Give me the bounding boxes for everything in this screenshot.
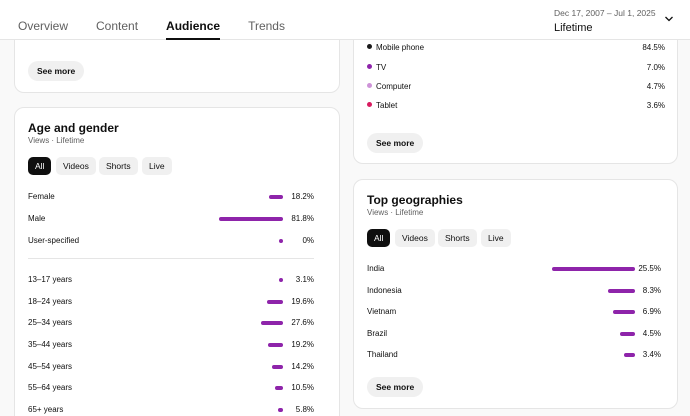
- percentage-value: 6.9%: [642, 307, 661, 316]
- age-range-label: 45–54 years: [28, 362, 73, 371]
- age-range-label: 25–34 years: [28, 318, 73, 327]
- card-subtitle: Views · Lifetime: [367, 208, 424, 217]
- percentage-value: 0%: [302, 236, 314, 245]
- device-label: Mobile phone: [376, 43, 425, 52]
- legend-dot: [367, 83, 372, 88]
- device-label: Computer: [376, 82, 412, 91]
- gender-label: Male: [28, 214, 46, 223]
- tab-trends[interactable]: Trends: [248, 0, 285, 40]
- see-more-button[interactable]: See more: [28, 61, 85, 81]
- percentage-value: 25.5%: [638, 264, 661, 273]
- filter-chip-all[interactable]: All: [367, 229, 391, 247]
- country-label: Indonesia: [367, 286, 402, 295]
- filter-chip-videos[interactable]: Videos: [56, 157, 96, 175]
- percentage-value: 19.2%: [291, 340, 314, 349]
- filter-chip-shorts[interactable]: Shorts: [438, 229, 477, 247]
- percentage-value: 3.1%: [295, 275, 314, 284]
- filter-chip-shorts[interactable]: Shorts: [99, 157, 138, 175]
- percentage-value: 19.6%: [291, 297, 314, 306]
- filter-chip-videos[interactable]: Videos: [395, 229, 435, 247]
- gender-label: User-specified: [28, 236, 80, 245]
- legend-dot: [367, 44, 372, 49]
- percentage-value: 8.3%: [642, 286, 661, 295]
- chevron-down-icon[interactable]: [664, 14, 674, 24]
- device-label: Tablet: [376, 101, 398, 110]
- device-percentage: 3.6%: [646, 101, 665, 110]
- age-gender-card: Age and gender Views · Lifetime All Vide…: [14, 107, 340, 416]
- tab-bar: Overview Content Audience Trends: [18, 0, 313, 40]
- see-more-button[interactable]: See more: [367, 377, 424, 397]
- percentage-value: 18.2%: [291, 192, 314, 201]
- age-range-label: 55–64 years: [28, 383, 73, 392]
- tab-overview[interactable]: Overview: [18, 0, 68, 40]
- country-label: Brazil: [367, 329, 388, 338]
- card-title: Top geographies: [367, 193, 463, 207]
- tab-content[interactable]: Content: [96, 0, 138, 40]
- legend-dot: [367, 102, 372, 107]
- top-geographies-card: Top geographies Views · Lifetime All Vid…: [353, 179, 678, 409]
- card-title: Age and gender: [28, 121, 119, 135]
- analytics-header: Overview Content Audience Trends Dec 17,…: [0, 0, 690, 40]
- country-label: India: [367, 264, 385, 273]
- filter-chip-live[interactable]: Live: [142, 157, 172, 175]
- age-range-label: 65+ years: [28, 405, 64, 414]
- device-percentage: 4.7%: [646, 82, 665, 91]
- country-label: Vietnam: [367, 307, 397, 316]
- see-more-button[interactable]: See more: [367, 133, 424, 153]
- percentage-value: 81.8%: [291, 214, 314, 223]
- date-range-picker[interactable]: Dec 17, 2007 – Jul 1, 2025 Lifetime: [554, 8, 656, 34]
- date-range-period: Lifetime: [554, 22, 593, 34]
- date-range-dates: Dec 17, 2007 – Jul 1, 2025: [554, 8, 656, 18]
- card-subtitle: Views · Lifetime: [28, 136, 85, 145]
- percentage-value: 4.5%: [642, 329, 661, 338]
- device-percentage: 7.0%: [646, 63, 665, 72]
- device-label: TV: [376, 63, 387, 72]
- legend-dot: [367, 64, 372, 69]
- percentage-value: 27.6%: [291, 318, 314, 327]
- filter-chip-all[interactable]: All: [28, 157, 52, 175]
- percentage-value: 14.2%: [291, 362, 314, 371]
- gender-label: Female: [28, 192, 55, 201]
- percentage-value: 5.8%: [295, 405, 314, 414]
- age-range-label: 35–44 years: [28, 340, 73, 349]
- device-percentage: 84.5%: [642, 43, 665, 52]
- age-range-label: 13–17 years: [28, 275, 73, 284]
- percentage-value: 10.5%: [291, 383, 314, 392]
- age-range-label: 18–24 years: [28, 297, 73, 306]
- filter-chip-live[interactable]: Live: [481, 229, 511, 247]
- percentage-value: 3.4%: [642, 350, 661, 359]
- country-label: Thailand: [367, 350, 398, 359]
- section-divider: [28, 258, 314, 259]
- tab-audience[interactable]: Audience: [166, 0, 221, 40]
